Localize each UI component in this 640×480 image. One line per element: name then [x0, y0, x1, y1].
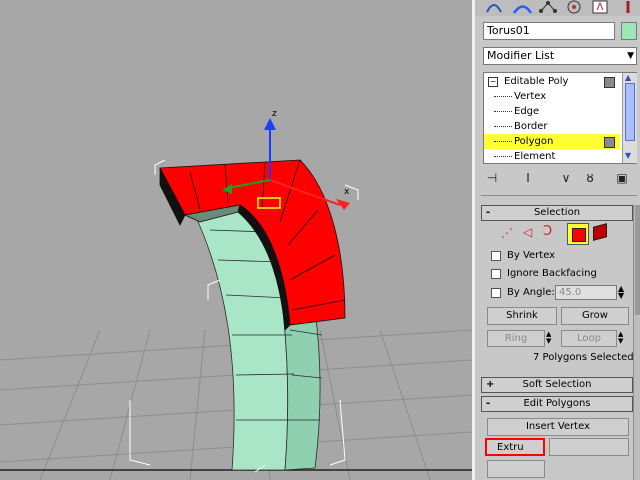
- stack-item-editable-poly[interactable]: − Editable Poly: [484, 74, 620, 89]
- subobject-level-icons: ⋰ ◁ Ɔ: [489, 222, 629, 246]
- soft-selection-rollout-header[interactable]: + Soft Selection: [481, 377, 633, 393]
- loop-button[interactable]: Loop: [561, 330, 617, 347]
- hierarchy-tab-icon[interactable]: [537, 0, 559, 14]
- stack-item-element[interactable]: Element: [484, 149, 620, 164]
- grow-button[interactable]: Grow: [561, 307, 629, 325]
- show-end-result-icon[interactable]: Ι: [519, 170, 537, 186]
- edge-mode-icon[interactable]: ◁: [523, 225, 532, 239]
- ring-spinner-icon[interactable]: ▲ ▼: [546, 331, 551, 345]
- stack-item-border[interactable]: Border: [484, 119, 620, 134]
- divider: [481, 195, 637, 196]
- by-angle-checkbox[interactable]: [491, 288, 501, 298]
- tree-line: [494, 111, 512, 112]
- axis-z-label: z: [272, 109, 277, 119]
- modifier-list-label: Modifier List: [487, 49, 555, 62]
- stack-item-edge[interactable]: Edge: [484, 104, 620, 119]
- object-name-input[interactable]: Torus01: [483, 22, 615, 40]
- panel-scroll-thumb[interactable]: [635, 205, 640, 315]
- tree-line: [494, 96, 512, 97]
- extrude-settings-button[interactable]: [549, 438, 629, 456]
- configure-sets-icon[interactable]: ▣: [613, 170, 631, 186]
- spinner-arrows-icon[interactable]: ▲ ▼: [618, 285, 624, 300]
- scroll-thumb[interactable]: [625, 83, 635, 141]
- stack-item-polygon[interactable]: Polygon: [484, 134, 620, 149]
- create-tab-icon[interactable]: [483, 0, 505, 14]
- subobject-toggle-icon[interactable]: [604, 137, 615, 148]
- stack-item-vertex[interactable]: Vertex: [484, 89, 620, 104]
- by-angle-label: By Angle:: [507, 287, 555, 298]
- modifier-toggle-icon[interactable]: [604, 77, 615, 88]
- ignore-backfacing-label: Ignore Backfacing: [507, 268, 597, 279]
- ring-button[interactable]: Ring: [487, 330, 545, 347]
- insert-vertex-button[interactable]: Insert Vertex: [487, 418, 629, 436]
- border-mode-icon[interactable]: Ɔ: [543, 224, 552, 239]
- element-mode-icon[interactable]: [593, 223, 607, 241]
- modifier-stack[interactable]: − Editable Poly Vertex Edge Border Polyg…: [483, 72, 637, 164]
- utilities-tab-icon[interactable]: [617, 0, 639, 14]
- scroll-down-icon[interactable]: ▼: [625, 151, 631, 160]
- selection-status-text: 7 Polygons Selected: [533, 352, 634, 363]
- motion-tab-icon[interactable]: [563, 0, 585, 14]
- loop-spinner-icon[interactable]: ▲ ▼: [618, 331, 623, 345]
- angle-spinner[interactable]: 45.0: [555, 285, 617, 300]
- chevron-down-icon[interactable]: ▼: [627, 48, 634, 64]
- axis-x-label: x: [344, 187, 350, 197]
- object-color-swatch[interactable]: [621, 22, 637, 40]
- polygon-mode-icon[interactable]: [567, 223, 589, 245]
- stack-scrollbar[interactable]: ▲ ▼: [622, 73, 637, 163]
- shrink-button[interactable]: Shrink: [487, 307, 557, 325]
- bevel-button[interactable]: [487, 460, 545, 478]
- stack-toolbar: ⊣ Ι ∨ ȣ ▣: [481, 170, 637, 188]
- selection-rollout-header[interactable]: - Selection: [481, 205, 633, 221]
- by-vertex-label: By Vertex: [507, 250, 556, 261]
- viewport-canvas[interactable]: z x: [0, 0, 472, 480]
- tree-line: [494, 126, 512, 127]
- ignore-backfacing-checkbox[interactable]: [491, 269, 501, 279]
- display-tab-icon[interactable]: [589, 0, 611, 14]
- extrude-button[interactable]: Extru: [485, 438, 545, 456]
- edit-polygons-rollout-header[interactable]: - Edit Polygons: [481, 396, 633, 412]
- pin-stack-icon[interactable]: ⊣: [483, 170, 501, 186]
- perspective-viewport[interactable]: z x: [0, 0, 472, 480]
- modify-tab-icon[interactable]: [511, 0, 533, 14]
- make-unique-icon[interactable]: ∨: [557, 170, 575, 186]
- remove-modifier-icon[interactable]: ȣ: [581, 170, 599, 186]
- modifier-list-dropdown[interactable]: Modifier List ▼: [483, 47, 637, 65]
- collapse-icon[interactable]: −: [488, 77, 498, 87]
- command-panel: Torus01 Modifier List ▼ − Editable Poly …: [472, 0, 640, 480]
- scroll-up-icon[interactable]: ▲: [625, 73, 631, 82]
- by-vertex-checkbox[interactable]: [491, 251, 501, 261]
- tree-line: [494, 156, 512, 157]
- vertex-mode-icon[interactable]: ⋰: [501, 226, 513, 240]
- panel-scrollbar[interactable]: [633, 205, 640, 480]
- tree-line: [494, 141, 512, 142]
